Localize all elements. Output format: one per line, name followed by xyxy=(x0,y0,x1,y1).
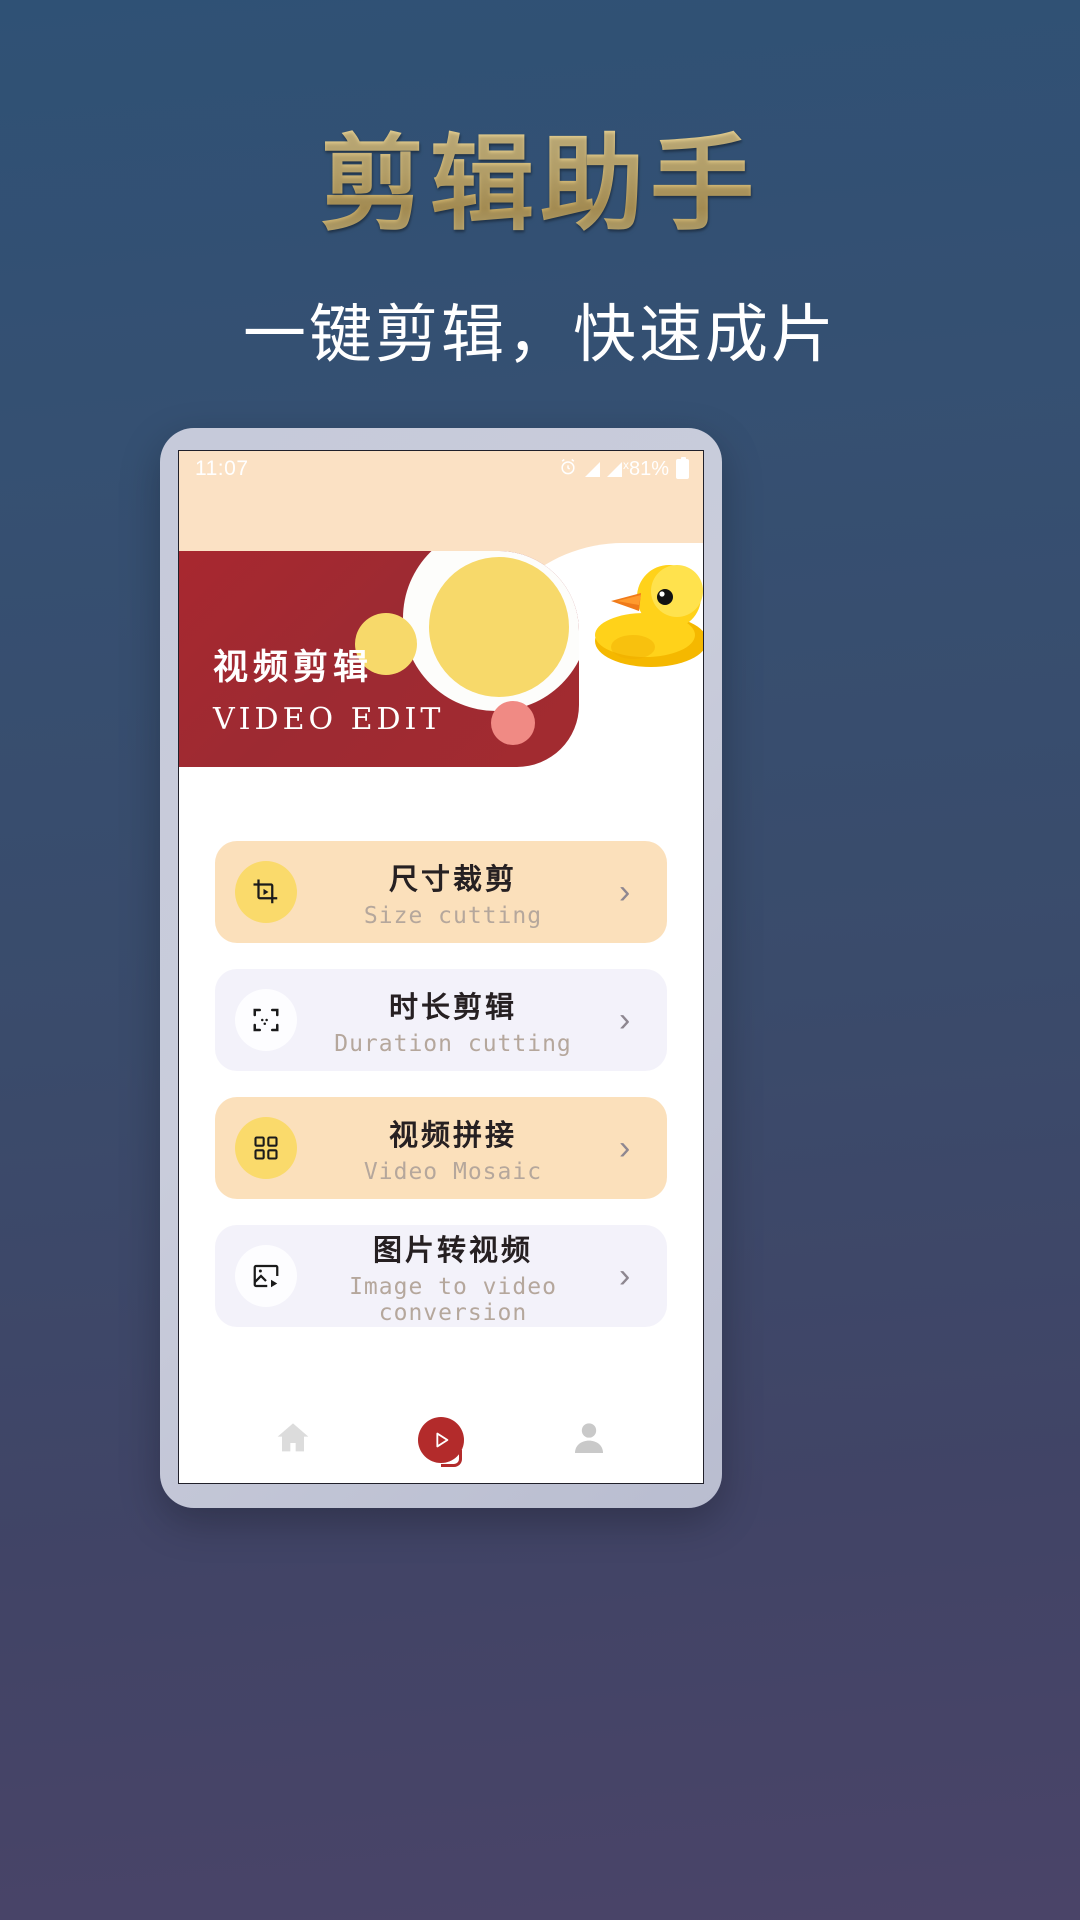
signal-bars-icon xyxy=(584,461,600,477)
banner-title-cn: 视频剪辑 xyxy=(213,647,374,688)
tab-video[interactable] xyxy=(401,1410,481,1470)
menu-item-text: 时长剪辑 Duration cutting xyxy=(287,984,619,1057)
phone-screen: 11:07 x 81% 视频剪辑 VIDEO EDIT 尺寸裁剪 Size cu… xyxy=(178,450,704,1484)
menu-item-size-cutting[interactable]: 尺寸裁剪 Size cutting › xyxy=(215,841,667,943)
status-time: 11:07 xyxy=(195,457,249,480)
chevron-right-icon: › xyxy=(619,1001,631,1039)
chevron-right-icon: › xyxy=(619,1257,631,1295)
menu-item-title-cn: 图片转视频 xyxy=(372,1232,533,1267)
menu-item-duration-cutting[interactable]: 时长剪辑 Duration cutting › xyxy=(215,969,667,1071)
feature-menu: 尺寸裁剪 Size cutting › 时长剪辑 Duration cuttin… xyxy=(179,803,703,1397)
alarm-clock-icon xyxy=(558,457,578,482)
decorative-large-dot xyxy=(429,557,569,697)
banner-title-en: VIDEO EDIT xyxy=(213,702,445,737)
battery-icon xyxy=(676,457,689,479)
menu-item-title-en: Duration cutting xyxy=(334,1030,572,1057)
menu-item-text: 视频拼接 Video Mosaic xyxy=(287,1112,619,1185)
bottom-navigation xyxy=(179,1397,703,1483)
battery-percent: 81% xyxy=(628,457,669,480)
person-icon xyxy=(569,1418,609,1463)
menu-item-title-cn: 尺寸裁剪 xyxy=(388,861,517,896)
video-edit-card-text: 视频剪辑 VIDEO EDIT xyxy=(213,639,444,737)
phone-mockup: 11:07 x 81% 视频剪辑 VIDEO EDIT 尺寸裁剪 Size cu… xyxy=(160,428,722,1508)
tab-home[interactable] xyxy=(253,1410,333,1470)
chevron-right-icon: › xyxy=(619,873,631,911)
menu-item-title-cn: 时长剪辑 xyxy=(388,989,517,1024)
page-title: 剪辑助手 xyxy=(0,127,1080,240)
menu-item-video-mosaic[interactable]: 视频拼接 Video Mosaic › xyxy=(215,1097,667,1199)
menu-item-title-en: Size cutting xyxy=(363,902,543,929)
tab-profile[interactable] xyxy=(549,1410,629,1470)
page-subtitle: 一键剪辑，快速成片 xyxy=(243,298,837,372)
menu-item-title-en: Image to video conversion xyxy=(349,1273,557,1326)
menu-item-image-to-video[interactable]: 图片转视频 Image to video conversion › xyxy=(215,1225,667,1327)
hero-section: 剪辑助手 一键剪辑，快速成片 xyxy=(0,0,1080,375)
video-edit-card[interactable]: 视频剪辑 VIDEO EDIT xyxy=(179,551,579,767)
rubber-duck-illustration xyxy=(595,565,703,667)
play-circle-icon xyxy=(418,1417,464,1467)
decorative-pink-dot xyxy=(491,701,535,745)
signal-bars-secondary-icon: x xyxy=(606,458,629,477)
signal-x-label: x xyxy=(622,457,629,472)
status-bar: 11:07 x 81% xyxy=(179,451,703,487)
menu-item-title-cn: 视频拼接 xyxy=(388,1117,517,1152)
chevron-right-icon: › xyxy=(619,1129,631,1167)
home-icon xyxy=(273,1418,313,1463)
menu-item-title-en: Video Mosaic xyxy=(363,1158,543,1185)
hero-banner: 视频剪辑 VIDEO EDIT xyxy=(179,487,703,803)
status-indicators: x 81% xyxy=(558,457,689,482)
menu-item-text: 尺寸裁剪 Size cutting xyxy=(287,856,619,929)
menu-item-text: 图片转视频 Image to video conversion xyxy=(287,1227,619,1326)
